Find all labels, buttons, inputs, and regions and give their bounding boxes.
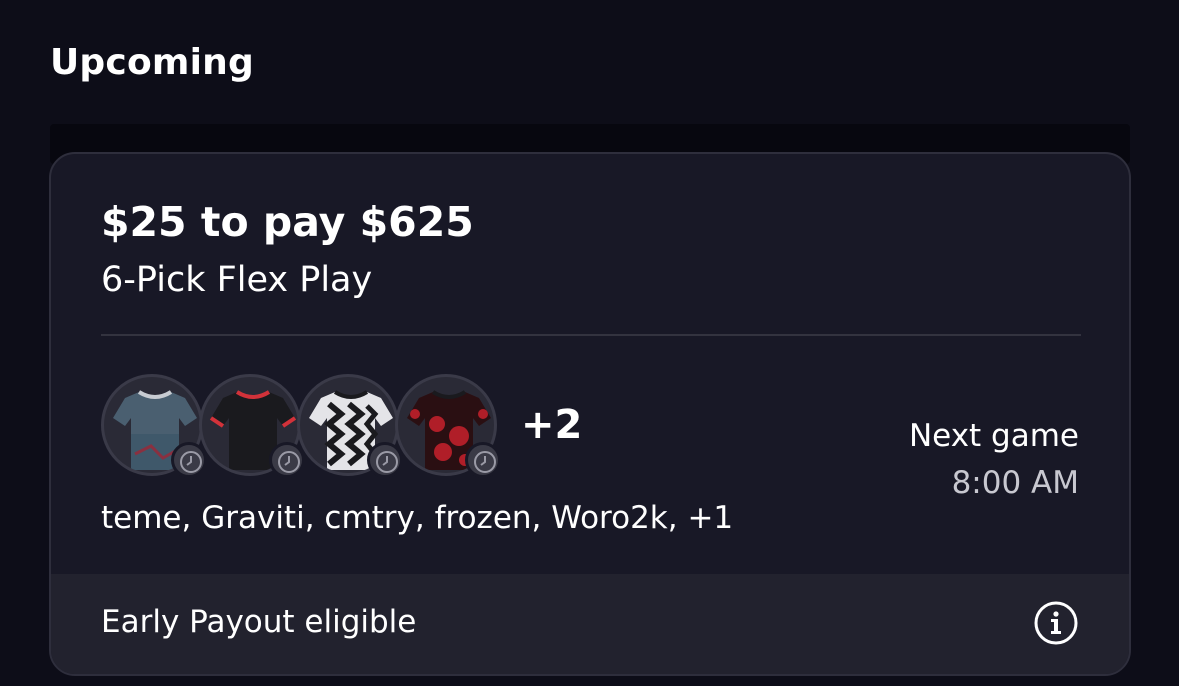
divider: [101, 334, 1081, 336]
clock-icon: [465, 442, 501, 478]
early-payout-label: Early Payout eligible: [101, 604, 417, 640]
clock-icon: [269, 442, 305, 478]
next-game-label: Next game: [908, 418, 1079, 454]
next-game-time: 8:00 AM: [951, 465, 1079, 501]
clock-icon: [367, 442, 403, 478]
player-names: teme, Graviti, cmtry, frozen, Woro2k, +1: [101, 500, 734, 536]
entry-headline: $25 to pay $625: [101, 198, 474, 246]
more-players-count: +2: [521, 402, 583, 448]
clock-icon: [171, 442, 207, 478]
entry-card[interactable]: $25 to pay $625 6-Pick Flex Play +2 teme…: [49, 152, 1131, 676]
info-icon[interactable]: [1033, 600, 1079, 646]
section-title: Upcoming: [50, 42, 254, 83]
early-payout-footer[interactable]: Early Payout eligible: [51, 574, 1129, 674]
entry-play-type: 6-Pick Flex Play: [101, 260, 373, 300]
